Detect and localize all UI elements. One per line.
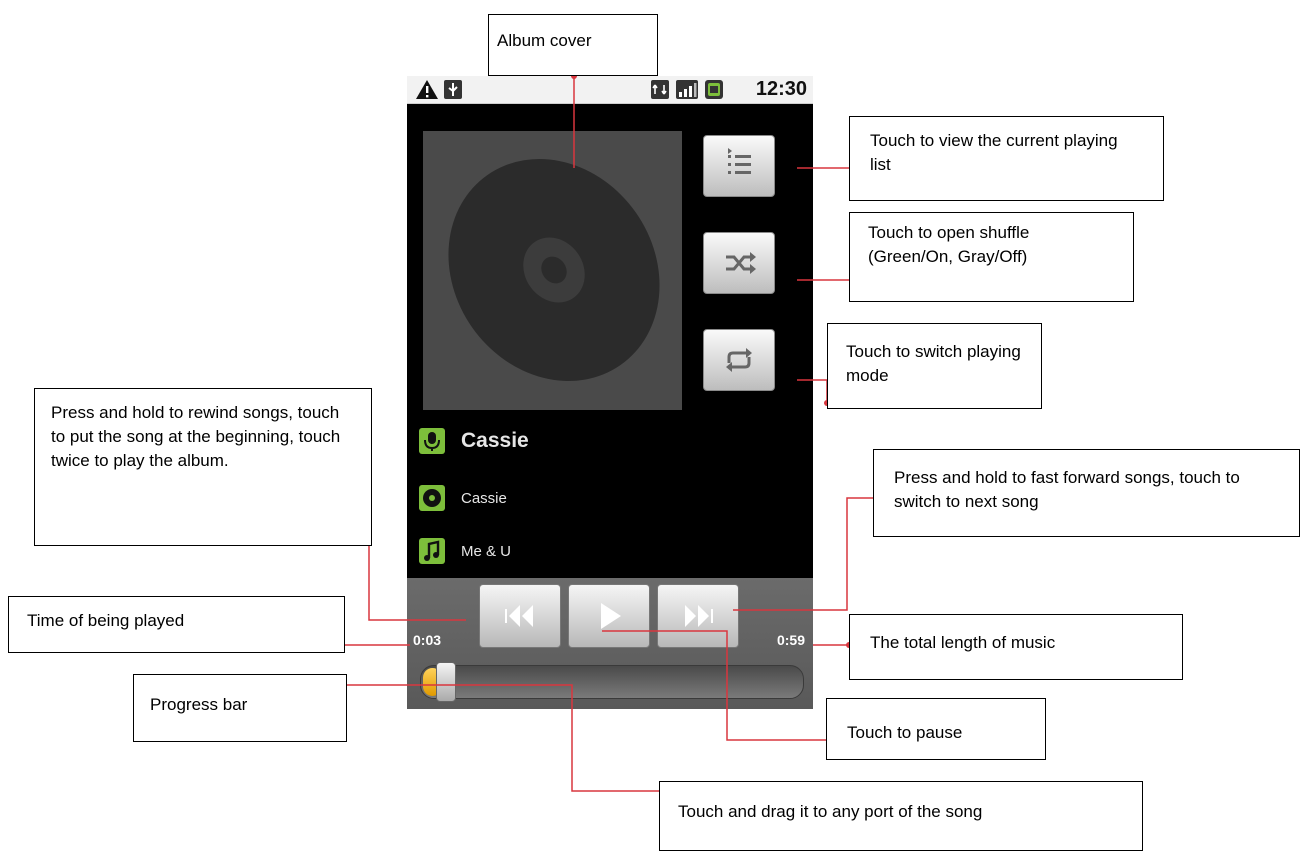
callout-forward: Press and hold to fast forward songs, to… xyxy=(873,449,1300,537)
callout-playlist: Touch to view the current playing list xyxy=(849,116,1164,201)
callout-time-played: Time of being played xyxy=(8,596,345,653)
callout-shuffle: Touch to open shuffle (Green/On, Gray/Of… xyxy=(849,212,1134,302)
callout-repeat: Touch to switch playing mode xyxy=(827,323,1042,409)
callout-rewind: Press and hold to rewind songs, touch to… xyxy=(34,388,372,546)
callout-album-cover: Album cover xyxy=(488,14,658,76)
callout-progress-bar: Progress bar xyxy=(133,674,347,742)
callout-total-length: The total length of music xyxy=(849,614,1183,680)
callout-pause: Touch to pause xyxy=(826,698,1046,760)
